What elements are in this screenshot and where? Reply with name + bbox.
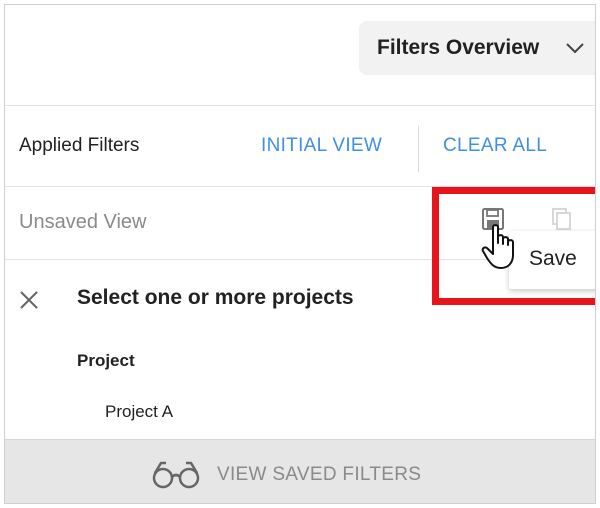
applied-filters-row: Applied Filters INITIAL VIEW CLEAR ALL <box>5 106 595 187</box>
unsaved-view-label: Unsaved View <box>19 211 147 233</box>
copy-icon[interactable] <box>549 207 573 231</box>
filters-panel: Filters Overview Applied Filters INITIAL… <box>4 4 596 504</box>
applied-filters-title: Applied Filters <box>19 135 140 156</box>
panel-header: Filters Overview <box>5 5 595 106</box>
project-list-item[interactable]: Project A <box>105 402 173 422</box>
project-filter-title: Select one or more projects <box>77 286 354 309</box>
clear-all-link[interactable]: CLEAR ALL <box>443 135 547 157</box>
view-saved-filters-label: VIEW SAVED FILTERS <box>217 464 422 485</box>
project-field-label: Project <box>77 351 135 370</box>
save-tooltip: Save <box>509 231 595 289</box>
glasses-icon <box>152 461 200 489</box>
close-icon[interactable] <box>18 289 40 311</box>
view-select-dropdown[interactable]: Filters Overview <box>359 21 595 75</box>
hand-pointer-icon <box>481 224 514 269</box>
chevron-down-icon <box>566 43 584 54</box>
tooltip-label: Save <box>529 247 577 270</box>
view-select-label: Filters Overview <box>377 36 540 59</box>
divider <box>418 126 419 172</box>
view-saved-filters-button[interactable]: VIEW SAVED FILTERS <box>5 439 595 503</box>
initial-view-link[interactable]: INITIAL VIEW <box>261 135 382 157</box>
